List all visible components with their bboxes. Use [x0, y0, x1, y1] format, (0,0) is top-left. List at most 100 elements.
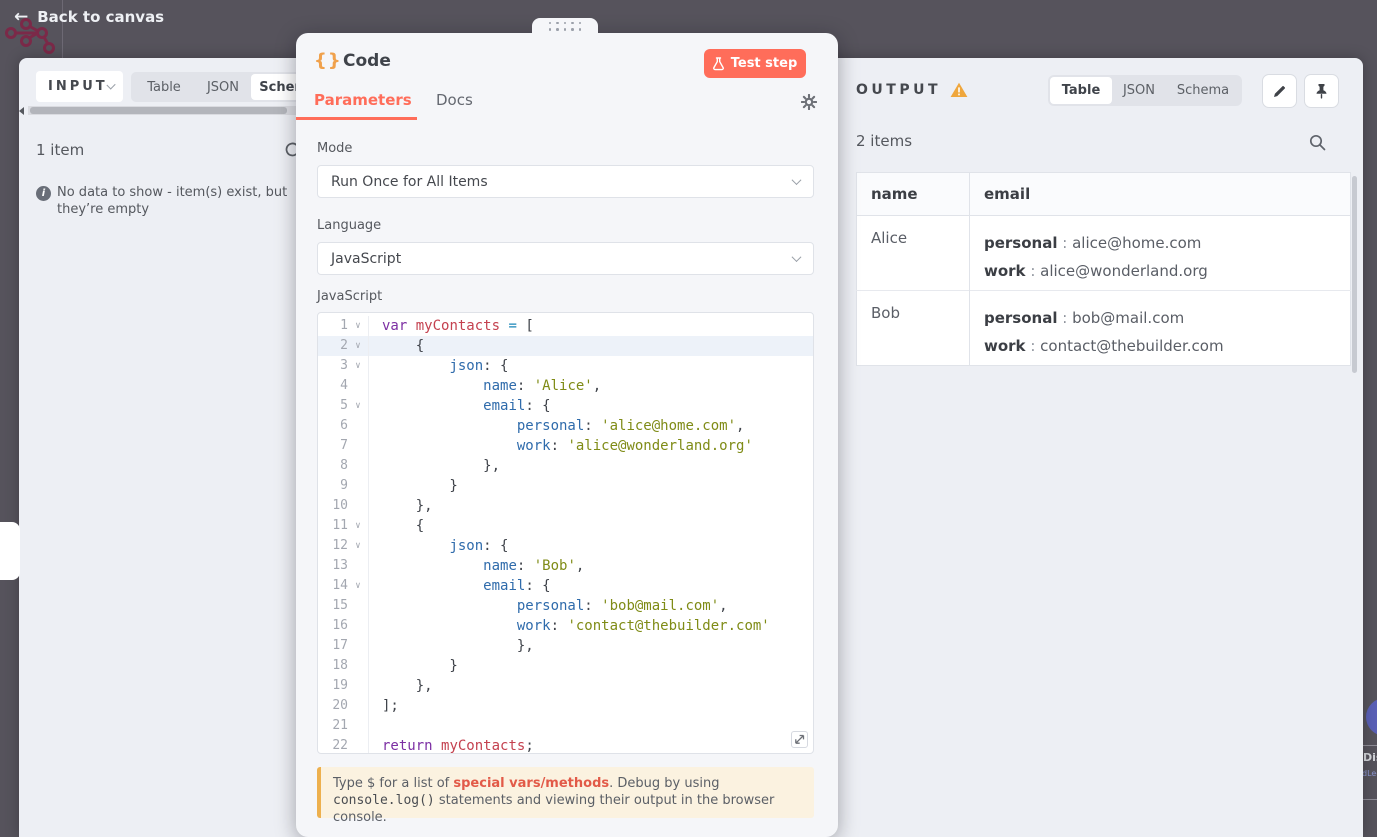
- tab-parameters[interactable]: Parameters: [314, 91, 412, 109]
- code-line: 9 }: [318, 476, 813, 496]
- line-number: 10: [332, 498, 348, 513]
- tab-table[interactable]: Table: [133, 74, 195, 100]
- expand-editor-button[interactable]: [791, 731, 808, 748]
- code-node-icon: {}: [314, 50, 342, 71]
- fold-chevron-icon[interactable]: ∨: [348, 396, 368, 416]
- fold-gutter: [348, 736, 368, 753]
- line-number: 14: [332, 578, 348, 593]
- active-tab-underline: [296, 117, 417, 120]
- line-number: 6: [340, 418, 348, 433]
- node-label-fragment: Dis: [1363, 751, 1377, 764]
- input-panel-drag-handle[interactable]: [0, 522, 20, 580]
- code-line: 21: [318, 716, 813, 736]
- code-line: 1 ∨ var myContacts = [: [318, 316, 813, 336]
- line-number: 20: [332, 698, 348, 713]
- grip-dot: [563, 28, 567, 31]
- fold-gutter: [348, 556, 368, 576]
- line-number: 4: [340, 378, 348, 393]
- tab-json[interactable]: JSON: [195, 74, 251, 100]
- code-line: 18 }: [318, 656, 813, 676]
- tab-json[interactable]: JSON: [1112, 77, 1166, 104]
- email-value: alice@wonderland.org: [1040, 262, 1208, 280]
- edit-output-button[interactable]: [1262, 74, 1297, 108]
- email-key: work: [984, 337, 1026, 355]
- language-select[interactable]: JavaScript: [317, 242, 814, 275]
- cell-name: Bob: [856, 290, 970, 366]
- code-line: 11 ∨ {: [318, 516, 813, 536]
- fold-gutter: [348, 456, 368, 476]
- code-line: 19 },: [318, 676, 813, 696]
- node-border-top: [1363, 745, 1377, 746]
- node-sublabel-fragment: dLega: [1362, 769, 1377, 778]
- line-number: 7: [340, 438, 348, 453]
- horizontal-scrollbar-thumb[interactable]: [30, 107, 287, 114]
- code-text: },: [368, 496, 813, 516]
- code-text: var myContacts = [: [368, 316, 813, 336]
- code-editor[interactable]: 1 ∨ var myContacts = [2 ∨ {3 ∨ json: {4 name…: [317, 312, 814, 754]
- horizontal-scrollbar[interactable]: [28, 106, 296, 115]
- code-line: 4 name: 'Alice',: [318, 376, 813, 396]
- fold-gutter: [348, 496, 368, 516]
- fold-gutter: [348, 416, 368, 436]
- fold-chevron-icon[interactable]: ∨: [348, 576, 368, 596]
- grip-dot: [571, 28, 574, 31]
- back-to-canvas-button[interactable]: ← Back to canvas: [14, 8, 164, 26]
- language-label: Language: [317, 218, 382, 233]
- pin-data-button[interactable]: [1304, 74, 1339, 108]
- code-editor-label: JavaScript: [317, 289, 383, 304]
- fold-chevron-icon[interactable]: ∨: [348, 316, 368, 336]
- fold-gutter: [348, 676, 368, 696]
- hint-text: Type $ for a list of: [333, 776, 454, 791]
- grip-dot: [556, 21, 559, 24]
- input-source-dropdown[interactable]: INPUT: [36, 71, 123, 102]
- test-step-button[interactable]: Test step: [704, 49, 806, 78]
- fold-gutter: [348, 476, 368, 496]
- code-text: },: [368, 676, 813, 696]
- code-line: 5 ∨ email: {: [318, 396, 813, 416]
- code-text: name: 'Bob',: [368, 556, 813, 576]
- column-header-email: email: [969, 172, 1351, 216]
- fold-chevron-icon[interactable]: ∨: [348, 536, 368, 556]
- scroll-left-arrow[interactable]: [19, 107, 24, 115]
- email-entry: personal : bob@mail.com: [984, 309, 1185, 327]
- vertical-scrollbar-thumb[interactable]: [1352, 176, 1357, 373]
- grip-dot: [578, 21, 582, 24]
- input-items-count: 1 item: [36, 141, 85, 159]
- line-number: 21: [332, 718, 348, 733]
- line-number: 18: [332, 658, 348, 673]
- code-text: work: 'contact@thebuilder.com': [368, 616, 813, 636]
- code-text: },: [368, 456, 813, 476]
- grip-dot: [571, 21, 574, 24]
- code-text: }: [368, 656, 813, 676]
- column-header-name: name: [856, 172, 970, 216]
- tab-table[interactable]: Table: [1050, 77, 1112, 104]
- node-title: Code: [343, 51, 391, 71]
- email-key: personal: [984, 309, 1058, 327]
- output-data-table: name email Alice personal : alice@home.com…: [856, 172, 1351, 366]
- fold-chevron-icon[interactable]: ∨: [348, 336, 368, 356]
- code-text: email: {: [368, 396, 813, 416]
- fold-gutter: [348, 636, 368, 656]
- mode-select[interactable]: Run Once for All Items: [317, 165, 814, 198]
- code-line: 7 work: 'alice@wonderland.org': [318, 436, 813, 456]
- mode-value: Run Once for All Items: [331, 173, 488, 190]
- warning-icon: [950, 82, 968, 97]
- email-value: contact@thebuilder.com: [1040, 337, 1224, 355]
- special-vars-link[interactable]: special vars/methods: [453, 776, 609, 791]
- line-number: 17: [332, 638, 348, 653]
- info-icon: i: [36, 186, 51, 201]
- line-number: 16: [332, 618, 348, 633]
- fold-gutter: [348, 656, 368, 676]
- email-entry: personal : alice@home.com: [984, 234, 1202, 252]
- code-line: 6 personal: 'alice@home.com',: [318, 416, 813, 436]
- tab-docs[interactable]: Docs: [436, 91, 473, 109]
- tab-schema[interactable]: Schema: [1166, 77, 1240, 104]
- line-number: 11: [332, 518, 348, 533]
- canvas-node-fragment[interactable]: [1363, 688, 1377, 748]
- flask-icon: [712, 56, 724, 70]
- node-settings-gear-icon[interactable]: [800, 93, 818, 114]
- fold-chevron-icon[interactable]: ∨: [348, 356, 368, 376]
- fold-chevron-icon[interactable]: ∨: [348, 516, 368, 536]
- modal-drag-grip[interactable]: [532, 18, 598, 34]
- search-icon[interactable]: [1308, 133, 1327, 156]
